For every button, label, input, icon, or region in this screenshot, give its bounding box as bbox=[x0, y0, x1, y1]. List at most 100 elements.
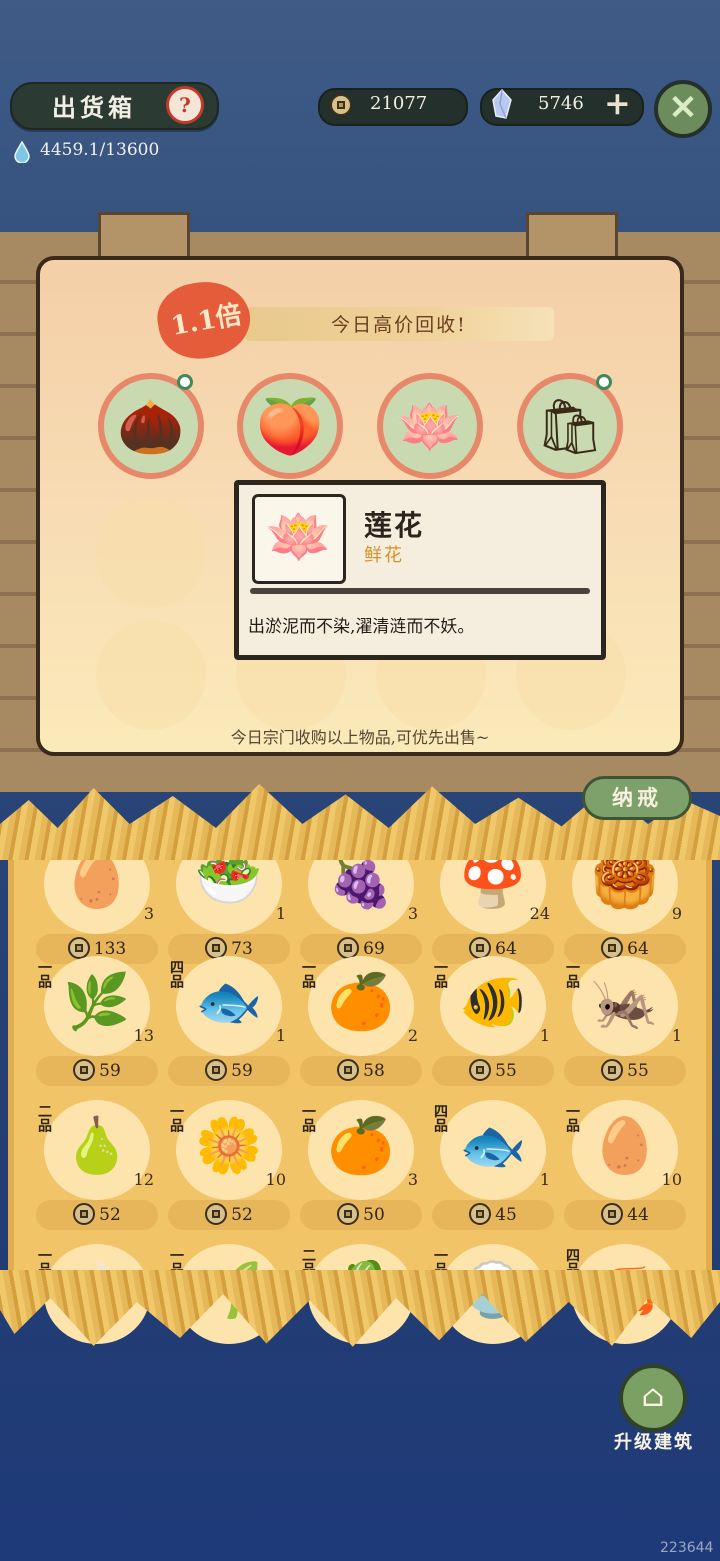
close-button[interactable]: ✕ bbox=[654, 80, 712, 138]
vine-icon: 🌿 bbox=[63, 970, 131, 1033]
item-quantity: 24 bbox=[529, 904, 550, 923]
tooltip-item-name: 莲花 bbox=[364, 509, 425, 542]
item-price-value: 44 bbox=[627, 1205, 649, 1225]
item-grade: 一品 bbox=[564, 960, 580, 988]
item-quantity: 1 bbox=[539, 1170, 550, 1189]
coin-value: 21077 bbox=[370, 93, 428, 114]
coin-icon bbox=[73, 1202, 96, 1225]
inventory-item[interactable]: 🐟 四品 1 59 bbox=[168, 956, 290, 1092]
item-price-value: 55 bbox=[627, 1061, 649, 1081]
item-price-value: 50 bbox=[363, 1205, 385, 1225]
item-price: 58 bbox=[300, 1056, 422, 1086]
add-gems-button[interactable]: + bbox=[604, 84, 631, 122]
item-price-value: 52 bbox=[99, 1205, 121, 1225]
item-price: 45 bbox=[432, 1200, 554, 1230]
empty-slot bbox=[96, 498, 206, 608]
inventory-item[interactable]: 🌼 一品 10 52 bbox=[168, 1100, 290, 1236]
item-quantity: 1 bbox=[275, 1026, 286, 1045]
item-grade: 一品 bbox=[300, 1104, 316, 1132]
upgrade-building-button[interactable]: ⌂ bbox=[619, 1364, 687, 1432]
orange-icon: 🍊 bbox=[327, 1114, 395, 1177]
item-quantity: 10 bbox=[265, 1170, 286, 1189]
item-price-value: 59 bbox=[231, 1061, 253, 1081]
tooltip-description: 出淤泥而不染,濯清涟而不妖。 bbox=[248, 617, 475, 637]
water-counter: 4459.1/13600 bbox=[40, 140, 160, 160]
pear-icon: 🍐 bbox=[63, 1114, 131, 1177]
item-grade: 一品 bbox=[432, 960, 448, 988]
flour-sack-icon: 🛍 bbox=[535, 395, 605, 458]
item-grade: 一品 bbox=[300, 960, 316, 988]
item-quantity: 12 bbox=[133, 1170, 154, 1189]
empty-slot bbox=[96, 620, 206, 730]
coin-icon bbox=[337, 1058, 360, 1081]
item-price-value: 59 bbox=[99, 1061, 121, 1081]
item-quantity: 1 bbox=[671, 1026, 682, 1045]
inventory-item[interactable]: 🐟 四品 1 45 bbox=[432, 1100, 554, 1236]
gem-icon bbox=[492, 88, 512, 119]
item-grade: 一品 bbox=[36, 960, 52, 988]
ring-icon bbox=[177, 374, 193, 390]
white-flower-icon: 🌼 bbox=[195, 1114, 263, 1177]
bounty-hint: 今日宗门收购以上物品,可优先出售~ bbox=[230, 728, 490, 747]
watermark: 223644 bbox=[660, 1540, 714, 1556]
coin-icon bbox=[469, 1202, 492, 1225]
tooltip-icon-box: 🪷 bbox=[252, 494, 346, 584]
item-price: 50 bbox=[300, 1200, 422, 1230]
buckwheat-seeds-icon: 🌰 bbox=[117, 395, 185, 458]
item-quantity: 10 bbox=[661, 1170, 682, 1189]
coin-icon bbox=[601, 1058, 624, 1081]
bounty-item-2[interactable]: 🍑 bbox=[237, 373, 343, 479]
tooltip-divider bbox=[250, 588, 590, 594]
coin-icon bbox=[469, 1058, 492, 1081]
item-quantity: 3 bbox=[143, 904, 154, 923]
inventory-item[interactable]: 🍊 一品 3 50 bbox=[300, 1100, 422, 1236]
peach-icon: 🍑 bbox=[256, 395, 324, 458]
item-price: 55 bbox=[564, 1056, 686, 1086]
cricket-icon: 🦗 bbox=[591, 970, 659, 1033]
tooltip-item-category: 鲜花 bbox=[364, 545, 404, 566]
coin-icon bbox=[73, 1058, 96, 1081]
item-quantity: 2 bbox=[407, 1026, 418, 1045]
item-price: 52 bbox=[168, 1200, 290, 1230]
inventory-item[interactable]: 🌿 一品 13 59 bbox=[36, 956, 158, 1092]
inventory-panel: 🥚 3 133 🥗 1 73 🍇 3 69 🍄 24 64 🥮 9 64 🌿 一品 13 59 🐟 四品 1 59 🍊 一品 2 5… bbox=[8, 834, 712, 1344]
eggs-on-leaf-icon: 🥚 bbox=[591, 1114, 659, 1177]
tropical-fish-icon: 🐠 bbox=[459, 970, 527, 1033]
gem-value: 5746 bbox=[538, 93, 584, 114]
item-price-value: 58 bbox=[363, 1061, 385, 1081]
inventory-item[interactable]: 🦗 一品 1 55 bbox=[564, 956, 686, 1092]
lotus-icon: 🪷 bbox=[396, 395, 464, 458]
item-quantity: 9 bbox=[671, 904, 682, 923]
upgrade-building-label: 升级建筑 bbox=[614, 1432, 694, 1453]
item-price: 59 bbox=[36, 1056, 158, 1086]
inventory-item[interactable]: 🍐 二品 12 52 bbox=[36, 1100, 158, 1236]
coin-icon bbox=[337, 1202, 360, 1225]
ring-icon bbox=[596, 374, 612, 390]
coin-icon bbox=[330, 94, 352, 116]
item-price: 44 bbox=[564, 1200, 686, 1230]
item-grade: 二品 bbox=[36, 1104, 52, 1132]
inventory-item[interactable]: 🍊 一品 2 58 bbox=[300, 956, 422, 1092]
fish-icon: 🐟 bbox=[195, 970, 263, 1033]
item-price-value: 45 bbox=[495, 1205, 517, 1225]
red-fish-icon: 🐟 bbox=[459, 1114, 527, 1177]
page-title: 出货箱 bbox=[52, 93, 136, 122]
inventory-item[interactable]: 🐠 一品 1 55 bbox=[432, 956, 554, 1092]
item-grade: 四品 bbox=[432, 1104, 448, 1132]
tab-najie[interactable]: 纳戒 bbox=[582, 776, 692, 820]
item-grade: 四品 bbox=[168, 960, 184, 988]
coin-icon bbox=[601, 1202, 624, 1225]
lotus-icon: 🪷 bbox=[265, 505, 333, 568]
house-upgrade-icon: ⌂ bbox=[641, 1379, 665, 1414]
coin-icon bbox=[205, 1058, 228, 1081]
item-quantity: 13 bbox=[133, 1026, 154, 1045]
item-quantity: 1 bbox=[275, 904, 286, 923]
water-drop-icon bbox=[14, 141, 30, 163]
coin-icon bbox=[205, 1202, 228, 1225]
item-price-value: 52 bbox=[231, 1205, 253, 1225]
item-price: 59 bbox=[168, 1056, 290, 1086]
item-price: 52 bbox=[36, 1200, 158, 1230]
question-mark-icon[interactable]: ? bbox=[166, 86, 204, 124]
bounty-item-3[interactable]: 🪷 bbox=[377, 373, 483, 479]
inventory-item[interactable]: 🥚 一品 10 44 bbox=[564, 1100, 686, 1236]
